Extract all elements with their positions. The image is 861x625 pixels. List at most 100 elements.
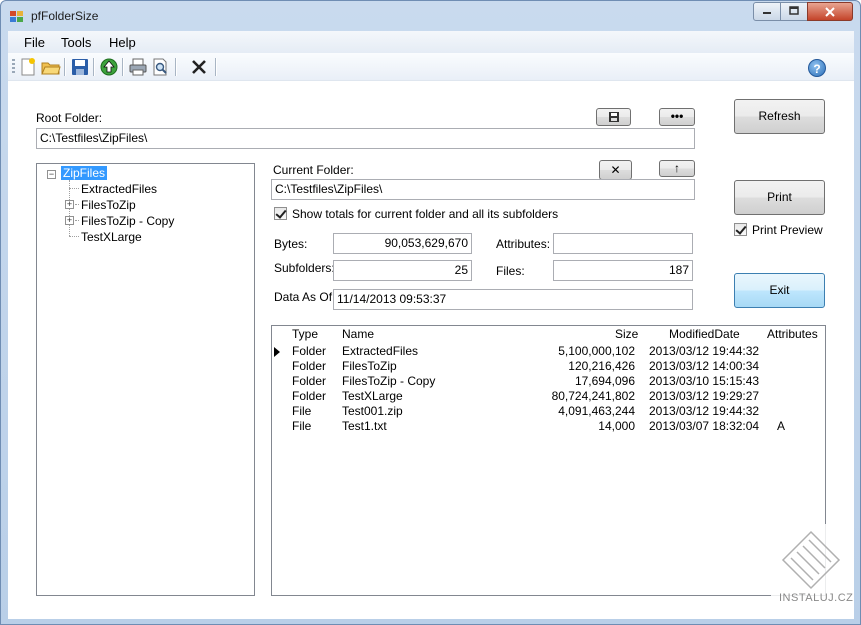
data-as-of-label: Data As Of: bbox=[274, 290, 336, 304]
cell-size: 17,694,096 bbox=[574, 374, 635, 388]
menu-help[interactable]: Help bbox=[109, 35, 136, 50]
toolbar-separator bbox=[175, 58, 176, 76]
tree-line bbox=[69, 236, 79, 237]
new-button[interactable] bbox=[18, 57, 38, 77]
tree-collapse-toggle[interactable]: − bbox=[47, 170, 56, 179]
show-totals-label: Show totals for current folder and all i… bbox=[292, 207, 559, 221]
cell-name: FilesToZip - Copy bbox=[342, 374, 436, 388]
subfolders-field[interactable]: 25 bbox=[333, 260, 472, 281]
refresh-button[interactable]: Refresh bbox=[734, 99, 825, 134]
save-button[interactable] bbox=[70, 57, 90, 77]
print-preview-icon bbox=[153, 58, 167, 76]
toolbar-separator bbox=[64, 58, 65, 76]
watermark-logo-icon bbox=[781, 530, 841, 590]
table-row[interactable]: Folder ExtractedFiles 5,100,000,102 2013… bbox=[272, 344, 825, 359]
table-row[interactable]: File Test1.txt 14,000 2013/03/07 18:32:0… bbox=[272, 419, 825, 434]
print-main-button[interactable]: Print bbox=[734, 180, 825, 215]
root-folder-browse-button[interactable]: ••• bbox=[659, 108, 695, 126]
clear-current-folder-button[interactable]: ✕ bbox=[599, 160, 632, 180]
root-folder-browse-drive-button[interactable] bbox=[596, 108, 631, 126]
delete-button[interactable] bbox=[189, 57, 209, 77]
tree-node-filestozip[interactable]: FilesToZip bbox=[81, 198, 136, 212]
app-window: pfFolderSize File Tools Help ? Root Fold… bbox=[0, 0, 861, 625]
delete-x-icon bbox=[192, 60, 206, 74]
show-totals-checkbox[interactable] bbox=[274, 207, 287, 220]
print-button[interactable] bbox=[128, 57, 148, 77]
data-as-of-field[interactable]: 11/14/2013 09:53:37 bbox=[333, 289, 693, 310]
tree-expand-toggle[interactable]: + bbox=[65, 200, 74, 209]
current-folder-label: Current Folder: bbox=[273, 163, 354, 177]
new-icon bbox=[21, 58, 35, 76]
col-header-name[interactable]: Name bbox=[342, 326, 374, 343]
col-header-type[interactable]: Type bbox=[292, 326, 318, 343]
toolbar: ? bbox=[8, 53, 854, 81]
cell-name: Test001.zip bbox=[342, 404, 403, 418]
close-icon bbox=[825, 7, 835, 17]
title-bar[interactable]: pfFolderSize bbox=[1, 1, 860, 31]
watermark-text: INSTALUJ.CZ bbox=[779, 592, 854, 604]
cell-type: File bbox=[292, 404, 312, 418]
tree-expand-toggle[interactable]: + bbox=[65, 216, 74, 225]
grid-empty-area bbox=[272, 434, 825, 595]
exit-button[interactable]: Exit bbox=[734, 273, 825, 308]
cell-size: 5,100,000,102 bbox=[558, 344, 635, 358]
cell-name: ExtractedFiles bbox=[342, 344, 419, 358]
minimize-button[interactable] bbox=[753, 2, 781, 21]
cell-type: Folder bbox=[292, 359, 327, 373]
cell-type: Folder bbox=[292, 344, 327, 358]
table-row[interactable]: Folder TestXLarge 80,724,241,802 2013/03… bbox=[272, 389, 825, 404]
table-row[interactable]: Folder FilesToZip 120,216,426 2013/03/12… bbox=[272, 359, 825, 374]
cell-name: TestXLarge bbox=[342, 389, 403, 403]
up-level-button[interactable] bbox=[99, 57, 119, 77]
col-header-modifieddate[interactable]: ModifiedDate bbox=[669, 326, 740, 343]
maximize-button[interactable] bbox=[780, 2, 808, 21]
menu-tools[interactable]: Tools bbox=[61, 35, 91, 50]
table-row[interactable]: File Test001.zip 4,091,463,244 2013/03/1… bbox=[272, 404, 825, 419]
current-row-arrow-icon bbox=[274, 347, 280, 357]
help-button[interactable]: ? bbox=[808, 59, 826, 77]
file-grid[interactable]: Type Name Size ModifiedDate Attributes F… bbox=[271, 325, 826, 596]
root-folder-input[interactable]: C:\Testfiles\ZipFiles\ bbox=[36, 128, 695, 149]
cell-date: 2013/03/12 19:44:32 bbox=[649, 404, 760, 418]
tree-node-extractedfiles[interactable]: ExtractedFiles bbox=[81, 182, 157, 196]
bytes-field[interactable]: 90,053,629,670 bbox=[333, 233, 472, 254]
toolbar-separator bbox=[215, 58, 216, 76]
cell-name: Test1.txt bbox=[342, 419, 387, 433]
window-title: pfFolderSize bbox=[31, 9, 99, 23]
cell-attr: A bbox=[777, 419, 786, 433]
cell-type: Folder bbox=[292, 389, 327, 403]
current-folder-input[interactable]: C:\Testfiles\ZipFiles\ bbox=[271, 179, 695, 200]
root-folder-label: Root Folder: bbox=[36, 111, 103, 125]
up-folder-button[interactable]: ↑ bbox=[659, 160, 695, 177]
cell-size: 120,216,426 bbox=[568, 359, 635, 373]
cell-type: Folder bbox=[292, 374, 327, 388]
up-arrow-small-icon: ↑ bbox=[674, 161, 680, 175]
cell-size: 4,091,463,244 bbox=[558, 404, 635, 418]
col-header-attributes[interactable]: Attributes bbox=[767, 326, 818, 343]
attributes-label: Attributes: bbox=[496, 237, 551, 251]
menu-bar: File Tools Help bbox=[8, 31, 854, 53]
print-icon bbox=[129, 58, 147, 76]
menu-file[interactable]: File bbox=[24, 35, 45, 50]
cell-size: 14,000 bbox=[598, 419, 635, 433]
folder-tree[interactable]: − ZipFiles ExtractedFiles + FilesToZip +… bbox=[36, 163, 255, 596]
close-button[interactable] bbox=[807, 2, 853, 21]
toolbar-grip[interactable] bbox=[12, 59, 15, 75]
col-header-size[interactable]: Size bbox=[615, 326, 638, 343]
files-field[interactable]: 187 bbox=[553, 260, 693, 281]
table-row[interactable]: Folder FilesToZip - Copy 17,694,096 2013… bbox=[272, 374, 825, 389]
cell-size: 80,724,241,802 bbox=[551, 389, 635, 403]
save-icon bbox=[72, 59, 88, 75]
print-preview-checkbox[interactable] bbox=[734, 223, 747, 236]
client-area: File Tools Help ? Root Folder: ••• C:\Te… bbox=[8, 31, 854, 619]
tree-node-root[interactable]: ZipFiles bbox=[61, 166, 108, 180]
tree-node-filestozip-copy[interactable]: FilesToZip - Copy bbox=[81, 214, 174, 228]
close-x-icon: ✕ bbox=[610, 163, 621, 177]
up-arrow-icon bbox=[100, 58, 118, 76]
maximize-icon bbox=[789, 6, 799, 15]
attributes-field[interactable] bbox=[553, 233, 693, 254]
toolbar-separator bbox=[122, 58, 123, 76]
open-button[interactable] bbox=[41, 57, 61, 77]
print-preview-button[interactable] bbox=[151, 57, 171, 77]
tree-node-testxlarge[interactable]: TestXLarge bbox=[81, 230, 142, 244]
